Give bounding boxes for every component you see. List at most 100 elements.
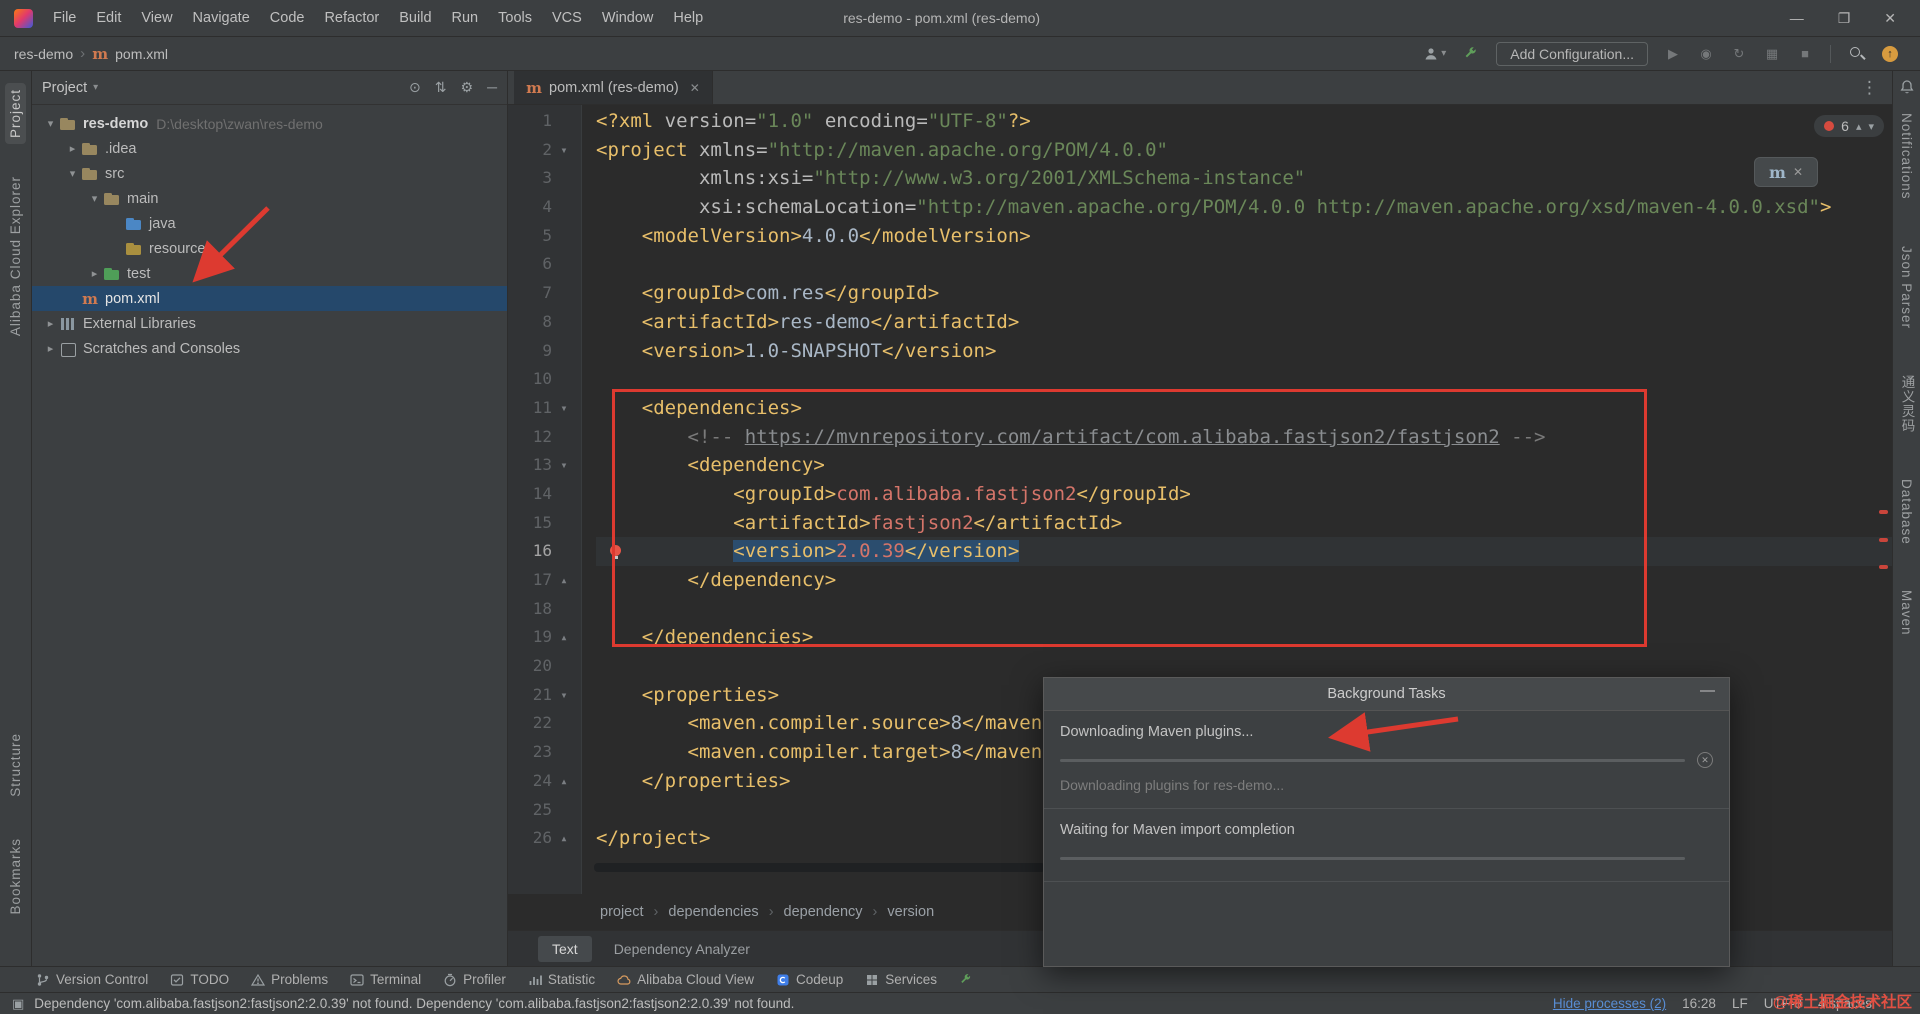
error-stripe-mark[interactable] <box>1879 565 1888 569</box>
search-everywhere-icon[interactable] <box>1848 45 1865 62</box>
stop-icon[interactable]: ■ <box>1797 45 1813 63</box>
maven-icon[interactable]: m <box>1769 163 1786 182</box>
tree-caret-icon[interactable]: ▾ <box>86 192 103 205</box>
code-line-15[interactable]: <artifactId>fastjson2</artifactId> <box>596 509 1892 538</box>
menu-build[interactable]: Build <box>389 7 441 29</box>
breadcrumb-res-demo[interactable]: res-demo <box>14 46 73 62</box>
tree-item-pom-xml[interactable]: m pom.xml <box>32 286 507 311</box>
tool-stripe-maven[interactable]: Maven <box>1896 584 1917 642</box>
tool-stripe-bookmarks[interactable]: Bookmarks <box>5 832 26 921</box>
code-line-14[interactable]: <groupId>com.alibaba.fastjson2</groupId> <box>596 480 1892 509</box>
toolwindow-button-version-control[interactable]: Version Control <box>36 972 148 987</box>
code-line-19[interactable]: </dependencies> <box>596 623 1892 652</box>
menu-vcs[interactable]: VCS <box>542 7 592 29</box>
code-line-5[interactable]: <modelVersion>4.0.0</modelVersion> <box>596 222 1892 251</box>
profiler-icon[interactable]: ▦ <box>1764 45 1780 63</box>
tree-caret-icon[interactable]: ▸ <box>42 342 59 355</box>
code-line-12[interactable]: <!-- https://mvnrepository.com/artifact/… <box>596 423 1892 452</box>
tab-options-icon[interactable]: ⋮ <box>1861 78 1892 98</box>
menu-help[interactable]: Help <box>663 7 713 29</box>
tree-item-src[interactable]: ▾ src <box>32 161 507 186</box>
gutter-line-11[interactable]: 11 ▾ <box>508 394 581 423</box>
code-line-7[interactable]: <groupId>com.res</groupId> <box>596 279 1892 308</box>
code-line-10[interactable] <box>596 365 1892 394</box>
toolwindow-button-codeup[interactable]: Codeup <box>776 972 843 987</box>
prev-error-icon[interactable]: ▴ <box>1856 120 1862 133</box>
gutter-line-2[interactable]: 2 ▾ <box>508 136 581 165</box>
next-error-icon[interactable]: ▾ <box>1868 120 1874 133</box>
project-view-selector[interactable]: Project ▾ <box>42 80 98 96</box>
code-line-13[interactable]: <dependency> <box>596 451 1892 480</box>
editor-tab-dependency-analyzer[interactable]: Dependency Analyzer <box>600 936 764 962</box>
inspections-widget[interactable]: 6 ▴ ▾ <box>1814 115 1884 137</box>
tree-caret-icon[interactable]: ▾ <box>42 117 59 130</box>
gear-icon[interactable]: ⚙ <box>461 79 474 96</box>
maven-reload-popup[interactable]: m ✕ <box>1754 157 1818 187</box>
tool-stripe-notifications[interactable]: Notifications <box>1896 107 1917 206</box>
hide-processes-link[interactable]: Hide processes (2) <box>1553 996 1666 1011</box>
run-icon[interactable]: ▶ <box>1665 45 1681 63</box>
add-configuration-button[interactable]: Add Configuration... <box>1496 41 1648 66</box>
close-tab-icon[interactable]: ✕ <box>690 81 700 95</box>
menu-view[interactable]: View <box>131 7 182 29</box>
code-line-9[interactable]: <version>1.0-SNAPSHOT</version> <box>596 337 1892 366</box>
tree-item-resources[interactable]: resources <box>32 236 507 261</box>
toolwindow-button-terminal[interactable]: Terminal <box>350 972 421 987</box>
hide-panel-icon[interactable]: ─ <box>487 79 497 96</box>
editor-tab-text[interactable]: Text <box>538 935 592 962</box>
line-separator-widget[interactable]: LF <box>1732 996 1748 1011</box>
tool-stripe-json-parser[interactable]: Json Parser <box>1896 240 1917 335</box>
cancel-task-icon[interactable]: ✕ <box>1697 752 1713 768</box>
toolwindow-button-wrench-icon[interactable] <box>959 973 973 987</box>
xml-breadcrumb-version[interactable]: version <box>887 904 934 920</box>
tree-item-idea[interactable]: ▸ .idea <box>32 136 507 161</box>
code-line-6[interactable] <box>596 250 1892 279</box>
xml-breadcrumb-dependencies[interactable]: dependencies <box>668 904 758 920</box>
gutter-line-21[interactable]: 21 ▾ <box>508 681 581 710</box>
error-stripe-mark[interactable] <box>1879 510 1888 514</box>
menu-refactor[interactable]: Refactor <box>314 7 389 29</box>
xml-breadcrumb-project[interactable]: project <box>600 904 644 920</box>
code-line-2[interactable]: <project xmlns="http://maven.apache.org/… <box>596 136 1892 165</box>
menu-edit[interactable]: Edit <box>86 7 131 29</box>
menu-navigate[interactable]: Navigate <box>183 7 260 29</box>
notifications-bell-icon[interactable] <box>1899 79 1915 99</box>
code-line-11[interactable]: <dependencies> <box>596 394 1892 423</box>
tree-caret-icon[interactable]: ▾ <box>64 167 81 180</box>
code-line-3[interactable]: xmlns:xsi="http://www.w3.org/2001/XMLSch… <box>596 164 1892 193</box>
tab-pom-xml[interactable]: m pom.xml (res-demo) ✕ <box>514 71 713 104</box>
menu-run[interactable]: Run <box>442 7 489 29</box>
tree-item-main[interactable]: ▾ main <box>32 186 507 211</box>
toolwindow-button-services[interactable]: Services <box>865 972 937 987</box>
gutter-line-13[interactable]: 13 ▾ <box>508 451 581 480</box>
tree-item-external-libraries[interactable]: ▸ External Libraries <box>32 311 507 336</box>
wrench-icon[interactable] <box>1463 45 1479 63</box>
tool-stripe-alibaba-cloud-explorer[interactable]: Alibaba Cloud Explorer <box>5 170 26 342</box>
code-line-18[interactable] <box>596 595 1892 624</box>
toolwindow-button-alibaba-cloud-view[interactable]: Alibaba Cloud View <box>617 972 754 987</box>
tree-caret-icon[interactable]: ▸ <box>86 267 103 280</box>
collapse-all-icon[interactable]: ⇅ <box>435 79 447 96</box>
toolwindow-button-problems[interactable]: Problems <box>251 972 328 987</box>
xml-breadcrumb-dependency[interactable]: dependency <box>784 904 863 920</box>
tree-item-test[interactable]: ▸ test <box>32 261 507 286</box>
breadcrumb-pom-xml[interactable]: pom.xml <box>115 46 168 62</box>
caret-position-widget[interactable]: 16:28 <box>1682 996 1716 1011</box>
close-icon[interactable]: ✕ <box>1793 165 1803 179</box>
gutter-line-19[interactable]: 19 ▴ <box>508 623 581 652</box>
toolwindow-button-todo[interactable]: TODO <box>170 972 229 987</box>
gutter-line-24[interactable]: 24 ▴ <box>508 767 581 796</box>
horizontal-scrollbar[interactable] <box>594 863 1045 872</box>
menu-window[interactable]: Window <box>592 7 664 29</box>
tool-stripe-project[interactable]: Project <box>5 83 26 145</box>
menu-code[interactable]: Code <box>260 7 315 29</box>
tool-window-switcher-icon[interactable]: ▣ <box>12 996 24 1012</box>
minimize-popup-icon[interactable]: — <box>1700 682 1715 699</box>
coverage-icon[interactable]: ↻ <box>1731 45 1747 63</box>
debug-icon[interactable]: ◉ <box>1698 45 1714 63</box>
code-line-8[interactable]: <artifactId>res-demo</artifactId> <box>596 308 1892 337</box>
gutter-line-17[interactable]: 17 ▴ <box>508 566 581 595</box>
gutter-line-26[interactable]: 26 ▴ <box>508 824 581 853</box>
toolwindow-button-statistic[interactable]: Statistic <box>528 972 595 987</box>
tree-item-res-demo[interactable]: ▾ res-demo D:\desktop\zwan\res-demo <box>32 111 507 136</box>
